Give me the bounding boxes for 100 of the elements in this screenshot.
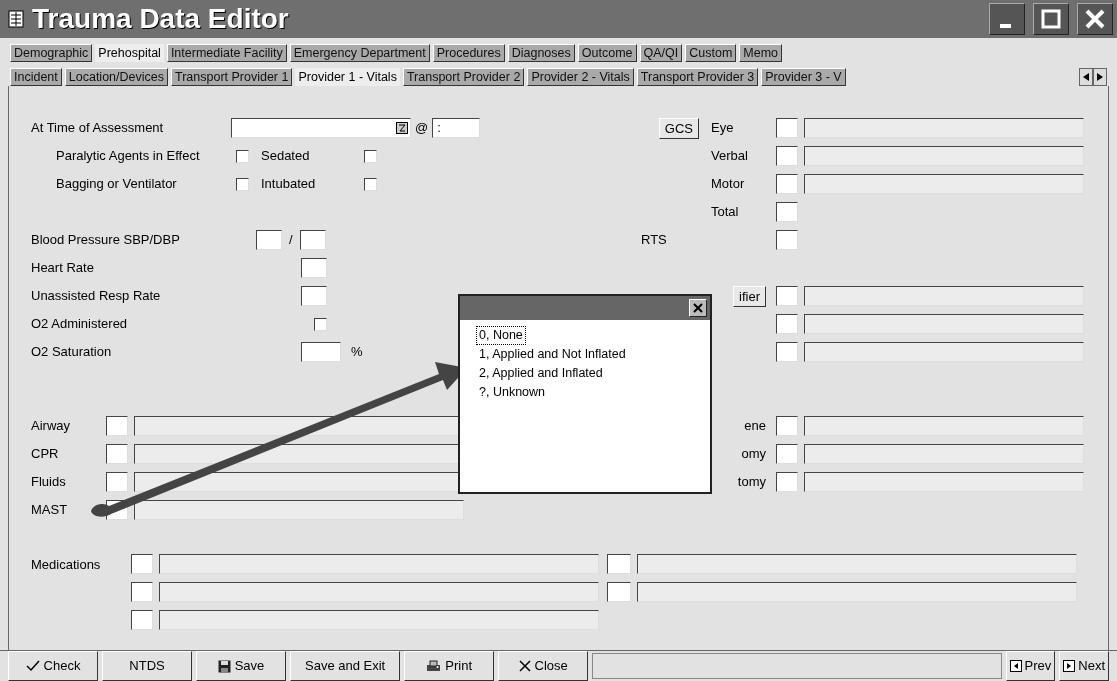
tab[interactable]: Transport Provider 1 <box>171 68 293 86</box>
checkbox[interactable] <box>236 149 249 163</box>
list-option[interactable]: ?, Unknown <box>476 383 548 402</box>
tab[interactable]: Prehospital <box>95 44 164 62</box>
code-field[interactable] <box>106 444 128 464</box>
tab[interactable]: Intermediate Facility <box>166 44 287 62</box>
code-field[interactable] <box>776 118 798 138</box>
tab[interactable]: Transport Provider 2 <box>402 68 525 86</box>
list-option[interactable]: 0, None <box>476 326 526 345</box>
tab[interactable]: QA/QI <box>639 44 683 62</box>
description-field[interactable] <box>804 314 1084 334</box>
time-field[interactable]: : <box>432 118 481 138</box>
toolbar-button[interactable]: NTDS <box>102 651 192 681</box>
resp-rate-field[interactable] <box>301 286 327 306</box>
description-field[interactable] <box>804 174 1084 194</box>
saturation-field[interactable] <box>301 342 341 362</box>
field-label: Motor <box>711 175 746 194</box>
description-field[interactable] <box>637 582 1077 602</box>
description-field[interactable] <box>637 554 1077 574</box>
description-field[interactable] <box>159 554 599 574</box>
nav-button[interactable]: Prev <box>1005 651 1056 681</box>
code-field[interactable] <box>106 472 128 492</box>
date-field[interactable] <box>231 118 411 138</box>
code-field[interactable] <box>776 286 798 306</box>
code-field[interactable] <box>131 610 153 630</box>
code-field[interactable] <box>131 582 153 602</box>
code-field[interactable] <box>776 444 798 464</box>
tab[interactable]: Outcome <box>577 44 637 62</box>
field-label: Eye <box>711 119 735 138</box>
description-field[interactable] <box>804 146 1084 166</box>
checkbox[interactable] <box>364 149 377 163</box>
code-field[interactable] <box>776 202 798 222</box>
description-field[interactable] <box>804 472 1084 492</box>
field-label: Total <box>711 203 740 222</box>
toolbar-button[interactable]: Print <box>404 651 495 681</box>
modifier-button[interactable]: ifier <box>733 285 766 307</box>
tab[interactable]: Provider 2 - Vitals <box>527 68 634 86</box>
tab[interactable]: Incident <box>10 68 62 86</box>
code-field[interactable] <box>607 582 631 602</box>
gcs-button[interactable]: GCS <box>658 117 699 139</box>
toolbar-button[interactable]: Save <box>196 651 286 681</box>
description-field[interactable] <box>804 118 1084 138</box>
left-arrow-icon <box>1083 73 1089 81</box>
calendar-icon <box>396 122 408 134</box>
code-field[interactable] <box>106 416 128 436</box>
tab[interactable]: Diagnoses <box>507 44 575 62</box>
list-option[interactable]: 2, Applied and Inflated <box>476 364 606 383</box>
field-label: tomy <box>737 473 766 492</box>
code-field[interactable] <box>131 554 153 574</box>
code-field[interactable] <box>776 146 798 166</box>
save-icon <box>217 659 231 673</box>
nav-button[interactable]: Next <box>1059 651 1109 681</box>
toolbar-button[interactable]: Close <box>498 651 589 681</box>
field-label: At Time of Assessment <box>31 119 165 138</box>
minimize-button[interactable] <box>989 3 1025 35</box>
diastolic-field[interactable] <box>299 230 326 250</box>
tab[interactable]: Custom <box>685 44 737 62</box>
field-label: Airway <box>31 417 71 436</box>
tab[interactable]: Transport Provider 3 <box>636 68 759 86</box>
checkbox[interactable] <box>236 177 249 191</box>
tab[interactable]: Provider 1 - Vitals <box>295 68 400 86</box>
field-label: omy <box>741 445 766 464</box>
tab[interactable]: Location/Devices <box>64 68 168 86</box>
description-field[interactable] <box>804 444 1084 464</box>
rts-field[interactable] <box>776 230 798 250</box>
description-field[interactable] <box>804 286 1084 306</box>
list-option[interactable]: 1, Applied and Not Inflated <box>476 345 629 364</box>
toolbar-button[interactable]: Save and Exit <box>290 651 401 681</box>
field-label: CPR <box>31 445 60 464</box>
scroll-left-button[interactable] <box>1079 68 1093 86</box>
systolic-field[interactable] <box>256 230 282 250</box>
time-separator: : <box>437 119 441 138</box>
code-field[interactable] <box>776 342 798 362</box>
checkbox[interactable] <box>314 317 327 331</box>
tab[interactable]: Demographic <box>10 44 93 62</box>
description-field[interactable] <box>159 610 599 630</box>
code-field[interactable] <box>776 416 798 436</box>
tab[interactable]: Memo <box>739 44 783 62</box>
maximize-button[interactable] <box>1033 3 1069 35</box>
description-field[interactable] <box>804 416 1084 436</box>
tab[interactable]: Procedures <box>432 44 505 62</box>
field-label: Medications <box>31 557 101 572</box>
scroll-right-button[interactable] <box>1093 68 1107 86</box>
description-field[interactable] <box>804 342 1084 362</box>
code-field[interactable] <box>607 554 631 574</box>
checkbox[interactable] <box>364 177 377 191</box>
tab[interactable]: Emergency Department <box>289 44 430 62</box>
previous-icon <box>1009 660 1022 672</box>
at-sign: @ <box>415 119 429 138</box>
description-field[interactable] <box>134 500 464 520</box>
code-field[interactable] <box>776 472 798 492</box>
toolbar-button[interactable]: Check <box>8 651 98 681</box>
field-label: O2 Administered <box>31 315 129 334</box>
close-button[interactable] <box>1077 3 1113 35</box>
tab[interactable]: Provider 3 - V <box>761 68 846 86</box>
code-field[interactable] <box>776 174 798 194</box>
field-label: RTS <box>640 231 668 250</box>
code-field[interactable] <box>776 314 798 334</box>
description-field[interactable] <box>159 582 599 602</box>
heart-rate-field[interactable] <box>301 258 327 278</box>
